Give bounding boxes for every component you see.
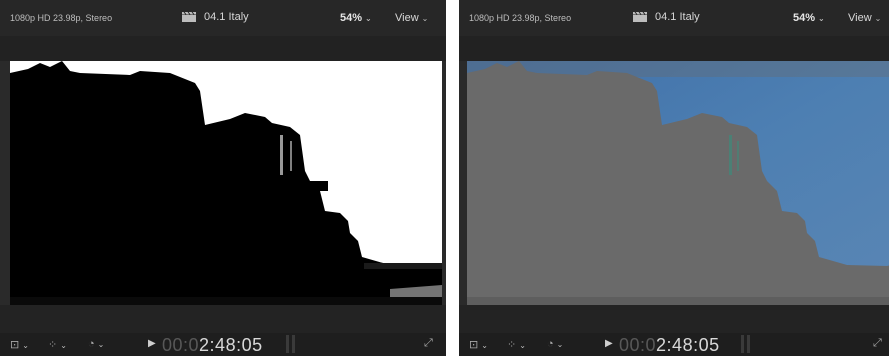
magic-wand-icon[interactable]: ⁘ ⌄ [507,338,526,351]
timecode-dim: 00:0 [619,335,657,355]
audio-meter [741,335,751,353]
viewer-left: 1080p HD 23.98p, Stereo 04.1 Italy 54% ⌄ … [0,0,446,356]
view-label: View [395,12,419,24]
fullscreen-icon[interactable]: ⤢ [424,337,433,350]
playback-controls: ⊡ ⌄ ⁘ ⌄ ◔ ⌄ ▶ 00:02:48:05 ⤢ [0,333,446,356]
play-icon[interactable]: ▶ [605,338,613,349]
speedometer-icon[interactable]: ◔ ⌄ [88,338,104,350]
chevron-down-icon: ⌄ [874,14,882,23]
speedometer-icon[interactable]: ◔ ⌄ [547,338,563,350]
zoom-value: 54% [340,12,363,24]
audio-meter [286,335,296,353]
mask-image [10,61,442,305]
format-info: 1080p HD 23.98p, Stereo [10,13,113,23]
magic-wand-icon[interactable]: ⁘ ⌄ [48,338,67,351]
format-info: 1080p HD 23.98p, Stereo [469,13,572,23]
clip-name: 04.1 Italy [204,11,249,23]
video-frame-mask [10,61,442,305]
playback-controls: ⊡ ⌄ ⁘ ⌄ ◔ ⌄ ▶ 00:02:48:05 ⤢ [459,333,889,356]
fullscreen-icon[interactable]: ⤢ [873,337,882,350]
timecode-lit: 2:48:05 [656,335,720,355]
view-menu[interactable]: View ⌄ [395,12,428,24]
timecode-dim: 00:0 [162,335,200,355]
clip-name: 04.1 Italy [655,11,700,23]
transform-icon[interactable]: ⊡ ⌄ [469,338,488,351]
video-frame-overlay [467,61,889,305]
clapperboard-icon [182,12,196,22]
clip-title: 04.1 Italy [633,11,700,23]
clapperboard-icon [633,12,647,22]
timecode-lit: 2:48:05 [199,335,263,355]
zoom-menu[interactable]: 54% ⌄ [340,12,372,24]
zoom-value: 54% [793,12,816,24]
viewer-right: 1080p HD 23.98p, Stereo 04.1 Italy 54% ⌄ … [459,0,889,356]
timecode-display: 00:02:48:05 [619,335,720,356]
viewer-letterbox-top [459,36,889,61]
color-mask-image [467,61,889,305]
zoom-menu[interactable]: 54% ⌄ [793,12,825,24]
chevron-down-icon: ⌄ [421,14,429,23]
clip-title: 04.1 Italy [182,11,249,23]
chevron-down-icon: ⌄ [818,14,825,23]
viewer-letterbox-bottom [0,305,446,333]
viewer-header: 1080p HD 23.98p, Stereo 04.1 Italy 54% ⌄ … [459,0,889,36]
viewer-letterbox-top [0,36,446,61]
viewer-letterbox-bottom [459,305,889,333]
viewer-header: 1080p HD 23.98p, Stereo 04.1 Italy 54% ⌄ … [0,0,446,36]
play-icon[interactable]: ▶ [148,338,156,349]
view-menu[interactable]: View ⌄ [848,12,881,24]
timecode-display: 00:02:48:05 [162,335,263,356]
view-label: View [848,12,872,24]
transform-icon[interactable]: ⊡ ⌄ [10,338,29,351]
chevron-down-icon: ⌄ [365,14,372,23]
